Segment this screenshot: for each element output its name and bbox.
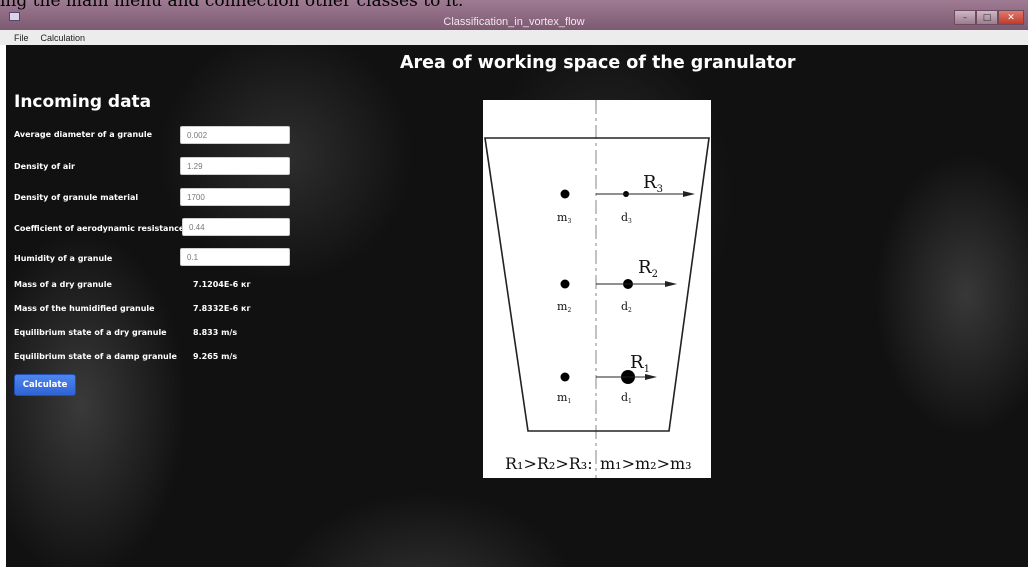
diameter-label-1: d1	[621, 391, 632, 405]
aero-coefficient-input[interactable]	[182, 218, 290, 236]
field-label-diameter: Average diameter of a granule	[14, 130, 153, 139]
diameter-label-3: d3	[621, 211, 632, 225]
radius-arrowhead-2	[665, 281, 677, 287]
result-label-damp-equilibrium: Equilibrium state of a damp granule	[14, 352, 177, 361]
result-label-humid-mass: Mass of the humidified granule	[14, 304, 155, 313]
area-title: Area of working space of the granulator	[400, 53, 796, 73]
maximize-icon[interactable]: □	[976, 10, 998, 25]
result-label-dry-equilibrium: Equilibrium state of a dry granule	[14, 328, 167, 337]
menu-file[interactable]: File	[0, 33, 35, 43]
close-icon[interactable]: ✕	[998, 10, 1024, 25]
mass-dot-2	[560, 279, 570, 289]
granulator-diagram: R3 m3 d3 R2 m2 d2 R1 m1 d1 R₁>R₂>R₃: m₁>…	[483, 100, 711, 478]
document-caption: ing the main menu and connection other c…	[0, 0, 464, 11]
app-window: Classification_in_vortex_flow – □ ✕ File…	[0, 0, 1028, 567]
window-controls: – □ ✕	[954, 10, 1024, 25]
diameter-label-2: d2	[621, 300, 632, 314]
minimize-icon[interactable]: –	[954, 10, 976, 25]
field-label-aero-coefficient: Coefficient of aerodynamic resistance	[14, 224, 185, 233]
incoming-data-title: Incoming data	[14, 92, 152, 112]
calculate-button[interactable]: Calculate	[14, 374, 76, 396]
granulator-svg: R3 m3 d3 R2 m2 d2 R1 m1 d1 R₁>R₂>R₃: m₁>…	[484, 100, 710, 478]
field-label-air-density: Density of air	[14, 162, 75, 171]
humidity-input[interactable]	[180, 248, 290, 266]
radius-label-2: R2	[638, 257, 658, 280]
relation-radius: R₁>R₂>R₃:	[505, 454, 593, 473]
air-density-input[interactable]	[180, 157, 290, 175]
result-value-humid-mass: 7.8332E-6 кг	[193, 304, 251, 313]
window-title: Classification_in_vortex_flow	[443, 16, 585, 28]
relation-mass: m₁>m₂>m₃	[600, 454, 692, 473]
result-value-dry-mass: 7.1204E-6 кг	[193, 280, 251, 289]
radius-arrowhead-3	[683, 191, 695, 197]
mass-label-2: m2	[557, 300, 571, 314]
material-density-input[interactable]	[180, 188, 290, 206]
mass-dot-1	[560, 372, 570, 382]
menu-calculation[interactable]: Calculation	[35, 33, 92, 43]
result-label-dry-mass: Mass of a dry granule	[14, 280, 112, 289]
mass-dot-3	[560, 189, 570, 199]
radius-label-3: R3	[643, 172, 663, 195]
mass-label-1: m1	[557, 391, 571, 405]
result-value-dry-equilibrium: 8.833 m/s	[193, 328, 238, 337]
diameter-input[interactable]	[180, 126, 290, 144]
result-value-damp-equilibrium: 9.265 m/s	[193, 352, 238, 361]
mass-label-3: m3	[557, 211, 571, 225]
field-label-material-density: Density of granule material	[14, 193, 139, 202]
field-label-humidity: Humidity of a granule	[14, 254, 113, 263]
radius-label-1: R1	[630, 352, 650, 375]
menu-bar: File Calculation	[0, 30, 1028, 45]
